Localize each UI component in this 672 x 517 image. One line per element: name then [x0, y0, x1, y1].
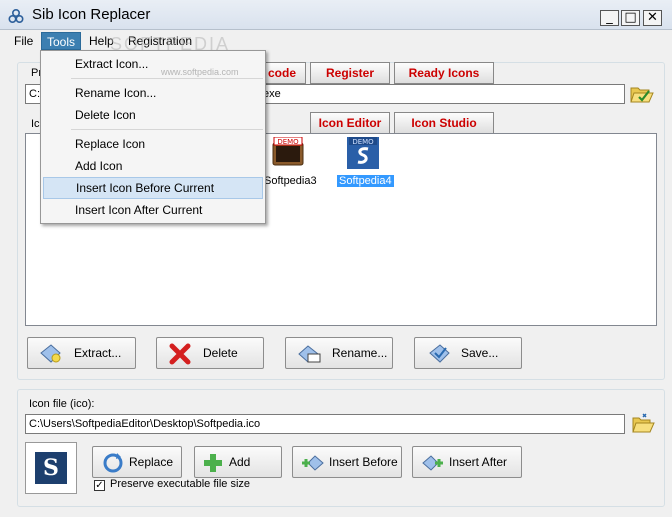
open-exe-folder-icon[interactable]	[629, 82, 655, 106]
replace-icon	[103, 453, 123, 473]
insert-before-button-label: Insert Before	[329, 455, 398, 469]
ready-icons-button[interactable]: Ready Icons	[394, 62, 494, 84]
demo-badge-text-2: DEMO	[352, 138, 374, 146]
icon-item-softpedia3[interactable]: DEMO	[272, 136, 304, 169]
menu-insert-before[interactable]: Insert Icon Before Current	[43, 177, 263, 199]
replace-button[interactable]: Replace	[92, 446, 182, 478]
menu-watermark: www.softpedia.com	[161, 67, 239, 77]
save-icon	[429, 344, 450, 363]
replace-button-label: Replace	[129, 455, 174, 469]
extract-button-label: Extract...	[74, 346, 122, 360]
delete-button-label: Delete	[203, 346, 238, 360]
tv-demo-icon: DEMO	[272, 136, 304, 166]
open-icon-folder-icon[interactable]	[631, 411, 655, 435]
delete-button[interactable]: Delete	[156, 337, 264, 369]
softpedia-s-demo-icon: DEMO	[347, 137, 379, 169]
save-button[interactable]: Save...	[414, 337, 522, 369]
add-plus-icon	[204, 454, 222, 472]
save-button-label: Save...	[461, 346, 499, 360]
preserve-size-label: Preserve executable file size	[110, 478, 251, 490]
insert-before-button[interactable]: Insert Before	[292, 446, 402, 478]
icon-file-label: Icon file (ico):	[29, 398, 95, 410]
icon-studio-button[interactable]: Icon Studio	[394, 112, 494, 134]
icon-item-softpedia4[interactable]: DEMO	[347, 137, 379, 169]
tools-dropdown-menu: Extract Icon... Rename Icon... Delete Ic…	[40, 50, 266, 224]
preserve-size-checkbox[interactable]: ✓	[94, 480, 105, 491]
menu-rename-icon[interactable]: Rename Icon...	[43, 82, 263, 104]
menu-replace-icon[interactable]: Replace Icon	[43, 133, 263, 155]
add-button-label: Add	[229, 455, 251, 469]
icon-file-path-field[interactable]: C:\Users\SoftpediaEditor\Desktop\Softped…	[25, 414, 625, 434]
close-button[interactable]: ✕	[643, 10, 662, 26]
rename-button-label: Rename...	[332, 346, 388, 360]
icon-editor-button[interactable]: Icon Editor	[310, 112, 390, 134]
insert-after-button[interactable]: Insert After	[412, 446, 522, 478]
demo-badge-text-1: DEMO	[277, 138, 299, 146]
app-logo-icon	[8, 8, 24, 24]
insert-after-button-label: Insert After	[449, 455, 508, 469]
icon-preview-box: S	[25, 442, 77, 494]
menu-delete-icon[interactable]: Delete Icon	[43, 104, 263, 126]
menu-file[interactable]: File	[9, 32, 38, 50]
icon-caption-softpedia4: Softpedia4	[337, 175, 394, 187]
delete-x-icon	[169, 343, 191, 365]
menu-insert-after[interactable]: Insert Icon After Current	[43, 199, 263, 221]
maximize-button[interactable]: □	[621, 10, 640, 26]
title-bar: Sib Icon Replacer _ □ ✕	[0, 0, 672, 30]
add-button[interactable]: Add	[194, 446, 282, 478]
icon-preview-letter: S	[35, 452, 67, 484]
insert-before-icon	[302, 455, 324, 471]
register-button[interactable]: Register	[310, 62, 390, 84]
extract-button[interactable]: Extract...	[27, 337, 136, 369]
window-title: Sib Icon Replacer	[32, 6, 151, 23]
icon-caption-softpedia3: Softpedia3	[264, 175, 317, 187]
rename-icon	[298, 345, 321, 363]
insert-after-icon	[422, 455, 443, 471]
menu-separator	[71, 78, 263, 79]
menu-separator	[71, 129, 263, 130]
minimize-button[interactable]: _	[600, 10, 619, 26]
rename-button[interactable]: Rename...	[285, 337, 393, 369]
extract-icon	[40, 344, 61, 363]
menu-tools[interactable]: Tools	[41, 32, 82, 50]
menu-add-icon[interactable]: Add Icon	[43, 155, 263, 177]
